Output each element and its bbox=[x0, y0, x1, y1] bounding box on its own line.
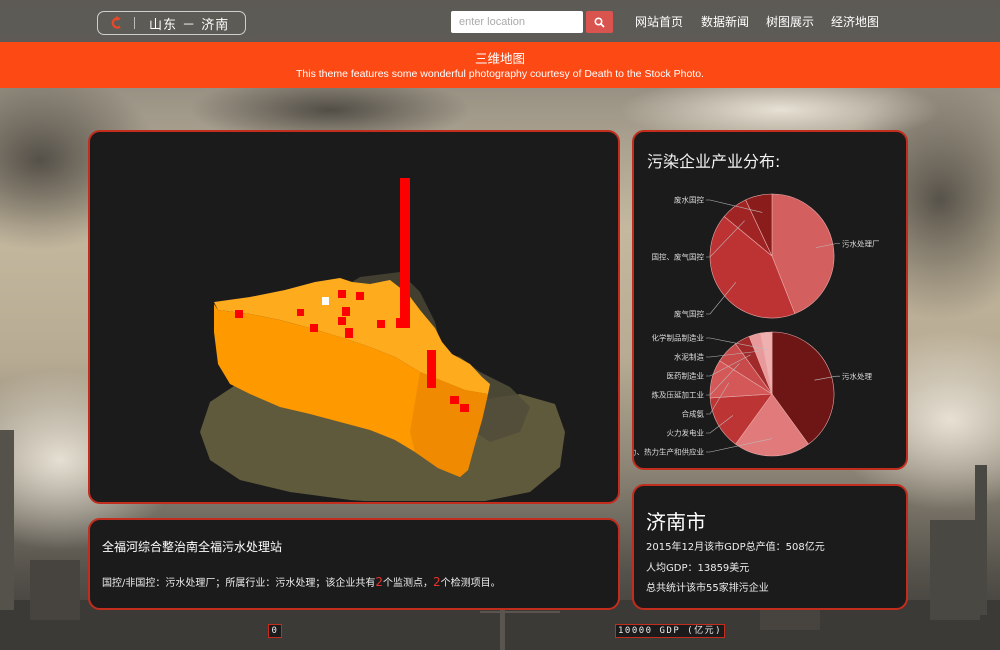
city-per-capita-gdp: 人均GDP：13859美元 bbox=[646, 563, 750, 574]
legend-max: 10000 GDP (亿元) bbox=[615, 624, 725, 638]
3d-map-panel[interactable] bbox=[88, 130, 620, 504]
page-banner: 三维地图 This theme features some wonderful … bbox=[0, 42, 1000, 88]
monitor-bar-medium[interactable] bbox=[427, 350, 436, 388]
brand-separator bbox=[134, 17, 135, 29]
pie-label: 水泥制造 bbox=[674, 352, 704, 362]
city-enterprise-count: 总共统计该市55家排污企业 bbox=[646, 583, 769, 594]
pie-label: 合成氨 bbox=[682, 409, 705, 419]
pie-label: 污水处理厂 bbox=[842, 239, 880, 249]
monitor-bar[interactable] bbox=[460, 404, 469, 412]
pie-label: 污水处理 bbox=[842, 371, 872, 381]
monitor-bar[interactable] bbox=[345, 328, 353, 338]
city-name: 济南市 bbox=[646, 510, 706, 534]
pie-label: 炼及压延加工业 bbox=[652, 390, 705, 400]
nav-link-home[interactable]: 网站首页 bbox=[635, 13, 683, 30]
enterprise-details: 国控/非国控：污水处理厂；所属行业：污水处理；该企业共有2个监测点，2个检测项目… bbox=[102, 574, 501, 589]
monitor-bar[interactable] bbox=[297, 309, 304, 316]
location-label: 山东 － 济南 bbox=[149, 17, 230, 33]
selected-monitor-point[interactable] bbox=[322, 297, 329, 305]
industry-distribution-panel: 污染企业产业分布: 污水处理厂 废水国控 国控、废气国控 废气国控 污水处理 化学制品制造… bbox=[632, 130, 908, 470]
location-brand[interactable]: 山东 － 济南 bbox=[97, 11, 246, 35]
nav-link-data-news[interactable]: 数据新闻 bbox=[701, 13, 749, 30]
top-navbar: 山东 － 济南 网站首页 数据新闻 树图展示 经济地图 bbox=[0, 0, 1000, 42]
monitor-item-count: 2 bbox=[433, 575, 441, 589]
location-search-input[interactable] bbox=[451, 11, 583, 33]
search-icon bbox=[594, 16, 605, 28]
monitor-bar[interactable] bbox=[342, 307, 350, 316]
search-button[interactable] bbox=[586, 11, 613, 33]
banner-title: 三维地图 bbox=[474, 51, 525, 66]
pie-label: 废气国控 bbox=[674, 309, 704, 319]
enterprise-details-b: 个监测点， bbox=[383, 578, 434, 589]
pie-label: 国控、废气国控 bbox=[652, 252, 705, 262]
city-gdp: 2015年12月该市GDP总产值：508亿元 bbox=[646, 542, 825, 553]
pie-charts-canvas: 污水处理厂 废水国控国控、废气国控废气国控污水处理 化学制品制造业水泥制造医药制造业… bbox=[634, 193, 880, 457]
nav-link-economic-map[interactable]: 经济地图 bbox=[831, 13, 879, 30]
monitor-bar[interactable] bbox=[338, 290, 346, 298]
enterprise-details-a: 国控/非国控：污水处理厂；所属行业：污水处理；该企业共有 bbox=[102, 578, 376, 589]
pie-label: 医药制造业 bbox=[667, 371, 705, 381]
monitor-bar[interactable] bbox=[377, 320, 385, 328]
pie-label: 废水国控 bbox=[674, 195, 704, 205]
nav-link-treemap[interactable]: 树图展示 bbox=[766, 13, 814, 30]
brand-logo-icon bbox=[111, 16, 121, 29]
legend-min: 0 bbox=[268, 624, 282, 638]
enterprise-info-panel: 全福河综合整治南全福污水处理站 国控/非国控：污水处理厂；所属行业：污水处理；该… bbox=[88, 518, 620, 610]
monitor-point-count: 2 bbox=[375, 575, 384, 589]
monitor-bar[interactable] bbox=[235, 310, 243, 318]
pie-label: 化学制品制造业 bbox=[652, 333, 705, 343]
monitor-bar[interactable] bbox=[310, 324, 318, 332]
monitor-bar[interactable] bbox=[356, 292, 364, 300]
monitor-bar-tall[interactable] bbox=[400, 178, 410, 328]
enterprise-details-c: 个检测项目。 bbox=[440, 578, 501, 589]
pie-label: 电力、热力生产和供应业 bbox=[634, 447, 704, 457]
pie-label: 火力发电业 bbox=[667, 428, 705, 438]
monitor-bar[interactable] bbox=[338, 317, 346, 325]
3d-map-canvas[interactable] bbox=[90, 132, 617, 502]
city-info-panel: 济南市 2015年12月该市GDP总产值：508亿元 人均GDP：13859美元… bbox=[632, 484, 908, 610]
monitor-bar[interactable] bbox=[396, 318, 404, 328]
banner-subtitle: This theme features some wonderful photo… bbox=[296, 68, 704, 80]
monitor-bar[interactable] bbox=[450, 396, 459, 404]
enterprise-name: 全福河综合整治南全福污水处理站 bbox=[102, 540, 283, 554]
